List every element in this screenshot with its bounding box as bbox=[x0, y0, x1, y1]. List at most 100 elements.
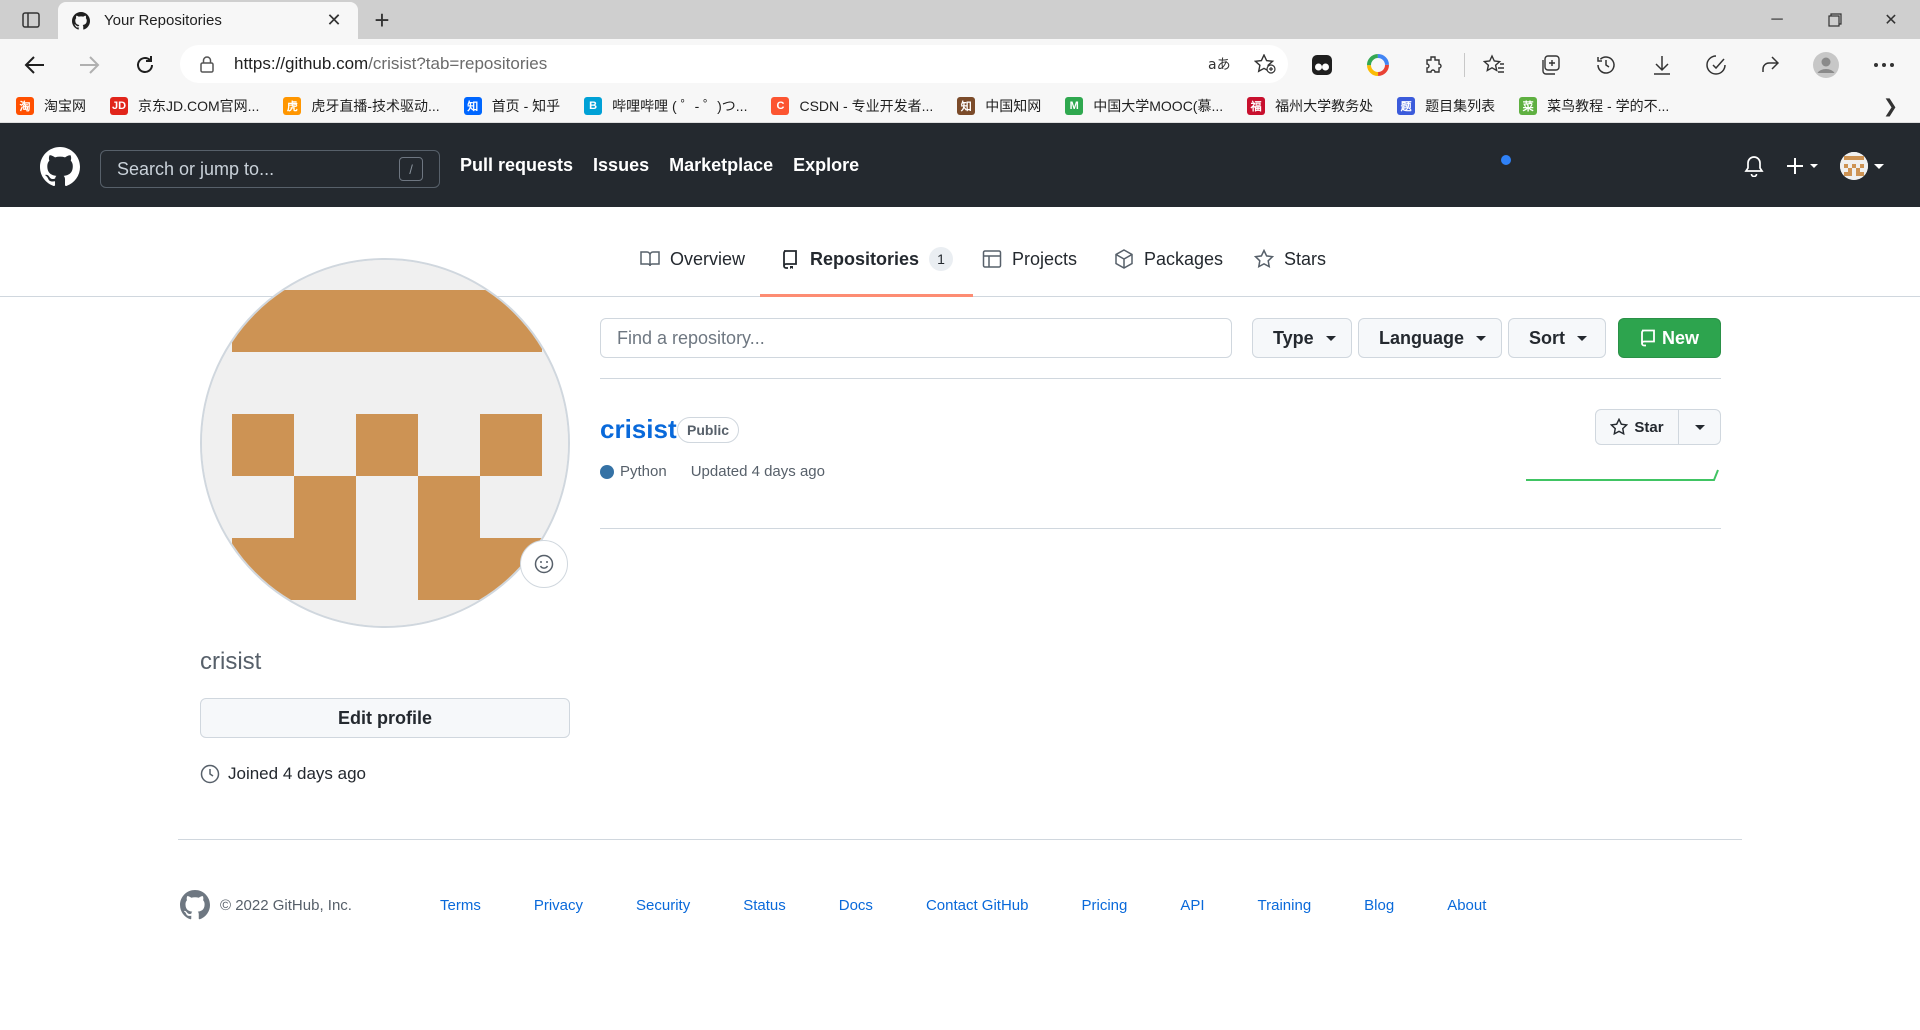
bookmark-label: 菜鸟教程 - 学的不... bbox=[1547, 97, 1670, 114]
window-close-icon[interactable]: ✕ bbox=[1862, 0, 1920, 39]
footer-link-docs[interactable]: Docs bbox=[839, 897, 873, 914]
translate-icon[interactable]: aあ bbox=[1206, 54, 1232, 74]
favorites-icon[interactable] bbox=[1480, 51, 1508, 79]
star-button[interactable]: Star bbox=[1595, 409, 1679, 445]
tab-packages[interactable]: Packages bbox=[1114, 249, 1223, 297]
repo-updated: Updated 4 days ago bbox=[690, 463, 825, 480]
set-status-smiley-icon[interactable] bbox=[520, 540, 568, 588]
tab-packages-label: Packages bbox=[1144, 249, 1224, 269]
identicon-image bbox=[202, 260, 568, 626]
bookmark-item[interactable]: 知中国知网 bbox=[957, 96, 1041, 116]
history-icon[interactable] bbox=[1592, 51, 1620, 79]
star-button-group: Star bbox=[1595, 409, 1721, 445]
extension-color-icon[interactable] bbox=[1364, 51, 1392, 79]
edit-profile-button[interactable]: Edit profile bbox=[200, 698, 570, 738]
footer-link-training[interactable]: Training bbox=[1258, 897, 1312, 914]
tab-stars-label: Stars bbox=[1284, 249, 1327, 269]
tab-actions-icon[interactable] bbox=[14, 8, 48, 32]
new-repository-button[interactable]: New bbox=[1618, 318, 1721, 358]
notification-status-dot bbox=[1499, 153, 1513, 167]
add-favorite-icon[interactable] bbox=[1252, 54, 1278, 74]
tab-close-icon[interactable]: ✕ bbox=[324, 10, 344, 31]
bookmark-favicon-icon: 菜 bbox=[1519, 96, 1538, 115]
extension-tampermonkey-icon[interactable] bbox=[1308, 51, 1336, 79]
star-list-dropdown[interactable] bbox=[1679, 409, 1721, 445]
extensions-icon[interactable] bbox=[1420, 51, 1448, 79]
bookmark-label: 题目集列表 bbox=[1425, 97, 1496, 114]
bookmark-item[interactable]: C CSDN - 专业开发者... bbox=[771, 96, 933, 116]
repo-name-link[interactable]: crisist bbox=[600, 414, 677, 445]
github-search-input[interactable]: Search or jump to... / bbox=[100, 150, 440, 188]
bookmark-item[interactable]: 题题目集列表 bbox=[1397, 96, 1495, 116]
browser-tab-title: Your Repositories bbox=[104, 12, 222, 29]
nav-explore[interactable]: Explore bbox=[793, 155, 859, 176]
nav-marketplace[interactable]: Marketplace bbox=[669, 155, 773, 176]
minimize-icon[interactable]: ─ bbox=[1748, 0, 1806, 39]
footer-link-api[interactable]: API bbox=[1180, 897, 1204, 914]
nav-issues[interactable]: Issues bbox=[593, 155, 649, 176]
repo-icon bbox=[1641, 329, 1655, 347]
bookmark-item[interactable]: JD 京东JD.COM官网... bbox=[110, 96, 259, 116]
address-bar[interactable]: https://github.com/crisist?tab=repositor… bbox=[180, 45, 1288, 83]
new-button-label: New bbox=[1661, 327, 1699, 348]
star-icon bbox=[1610, 418, 1629, 436]
repo-icon bbox=[783, 250, 797, 269]
forward-icon[interactable] bbox=[74, 50, 104, 80]
bookmark-label: 淘宝网 bbox=[44, 97, 86, 114]
bookmark-item[interactable]: 淘淘宝网 bbox=[16, 96, 86, 116]
type-filter-dropdown[interactable]: Type bbox=[1252, 318, 1352, 358]
bookmarks-bar: 淘淘宝网 JD 京东JD.COM官网... 虎虎牙直播-技术驱动... 知首页 - 知乎… bbox=[0, 89, 1920, 123]
user-menu-dropdown[interactable] bbox=[1840, 152, 1886, 180]
new-tab-icon[interactable]: + bbox=[368, 6, 396, 34]
bookmark-favicon-icon: 知 bbox=[957, 96, 976, 115]
footer-link-security[interactable]: Security bbox=[636, 897, 690, 914]
sort-filter-dropdown[interactable]: Sort bbox=[1508, 318, 1606, 358]
notifications-bell-icon[interactable] bbox=[1744, 153, 1764, 179]
footer-github-logo-icon[interactable] bbox=[180, 890, 210, 920]
caret-down-icon bbox=[1577, 335, 1587, 341]
performance-icon[interactable] bbox=[1702, 51, 1730, 79]
bookmarks-overflow-chevron-icon[interactable]: ❯ bbox=[1883, 96, 1898, 117]
footer-link-pricing[interactable]: Pricing bbox=[1081, 897, 1127, 914]
footer-link-status[interactable]: Status bbox=[743, 897, 786, 914]
more-options-icon[interactable] bbox=[1870, 51, 1898, 79]
bookmark-item[interactable]: 福福州大学教务处 bbox=[1247, 96, 1373, 116]
restore-icon[interactable] bbox=[1806, 0, 1864, 39]
share-icon[interactable] bbox=[1756, 51, 1784, 79]
downloads-icon[interactable] bbox=[1648, 51, 1676, 79]
footer-link-privacy[interactable]: Privacy bbox=[534, 897, 583, 914]
footer-link-terms[interactable]: Terms bbox=[440, 897, 481, 914]
footer-link-about[interactable]: About bbox=[1447, 897, 1486, 914]
lock-icon[interactable] bbox=[198, 55, 216, 73]
language-filter-label: Language bbox=[1379, 327, 1465, 348]
tab-projects[interactable]: Projects bbox=[982, 249, 1077, 297]
github-logo-icon[interactable] bbox=[40, 147, 80, 187]
browser-tab-active[interactable]: Your Repositories ✕ bbox=[58, 2, 358, 39]
collections-icon[interactable] bbox=[1536, 51, 1564, 79]
nav-pull-requests[interactable]: Pull requests bbox=[460, 155, 573, 176]
bookmark-item[interactable]: 虎虎牙直播-技术驱动... bbox=[283, 96, 440, 116]
tab-stars[interactable]: Stars bbox=[1254, 249, 1326, 297]
back-icon[interactable] bbox=[20, 50, 50, 80]
svg-text:aあ: aあ bbox=[1208, 57, 1230, 73]
bookmark-item[interactable]: 菜菜鸟教程 - 学的不... bbox=[1519, 96, 1669, 116]
bookmark-label: 首页 - 知乎 bbox=[491, 97, 561, 114]
create-new-dropdown[interactable] bbox=[1786, 153, 1822, 179]
reload-icon[interactable] bbox=[130, 50, 160, 80]
footer-copyright: © 2022 GitHub, Inc. bbox=[220, 897, 352, 914]
bookmark-item[interactable]: 知首页 - 知乎 bbox=[463, 96, 561, 116]
tab-repositories[interactable]: Repositories 1 bbox=[760, 247, 974, 297]
tab-repositories-label: Repositories bbox=[810, 249, 920, 269]
bookmark-favicon-icon: 知 bbox=[463, 96, 482, 115]
profile-icon[interactable] bbox=[1812, 51, 1840, 79]
find-repository-input[interactable] bbox=[600, 318, 1232, 358]
footer-link-contact-github[interactable]: Contact GitHub bbox=[926, 897, 1029, 914]
bookmark-item[interactable]: B 哔哩哔哩 ( ゜- ゜)つ... bbox=[584, 96, 747, 116]
language-filter-dropdown[interactable]: Language bbox=[1358, 318, 1502, 358]
bookmark-item[interactable]: M 中国大学MOOC(慕... bbox=[1065, 96, 1223, 116]
tab-overview[interactable]: Overview bbox=[640, 249, 745, 297]
github-top-nav: Pull requests Issues Marketplace Explore bbox=[460, 123, 879, 207]
profile-tabs: Overview Repositories 1 Projects Package… bbox=[0, 207, 1920, 297]
profile-avatar[interactable] bbox=[200, 258, 570, 628]
footer-link-blog[interactable]: Blog bbox=[1364, 897, 1394, 914]
